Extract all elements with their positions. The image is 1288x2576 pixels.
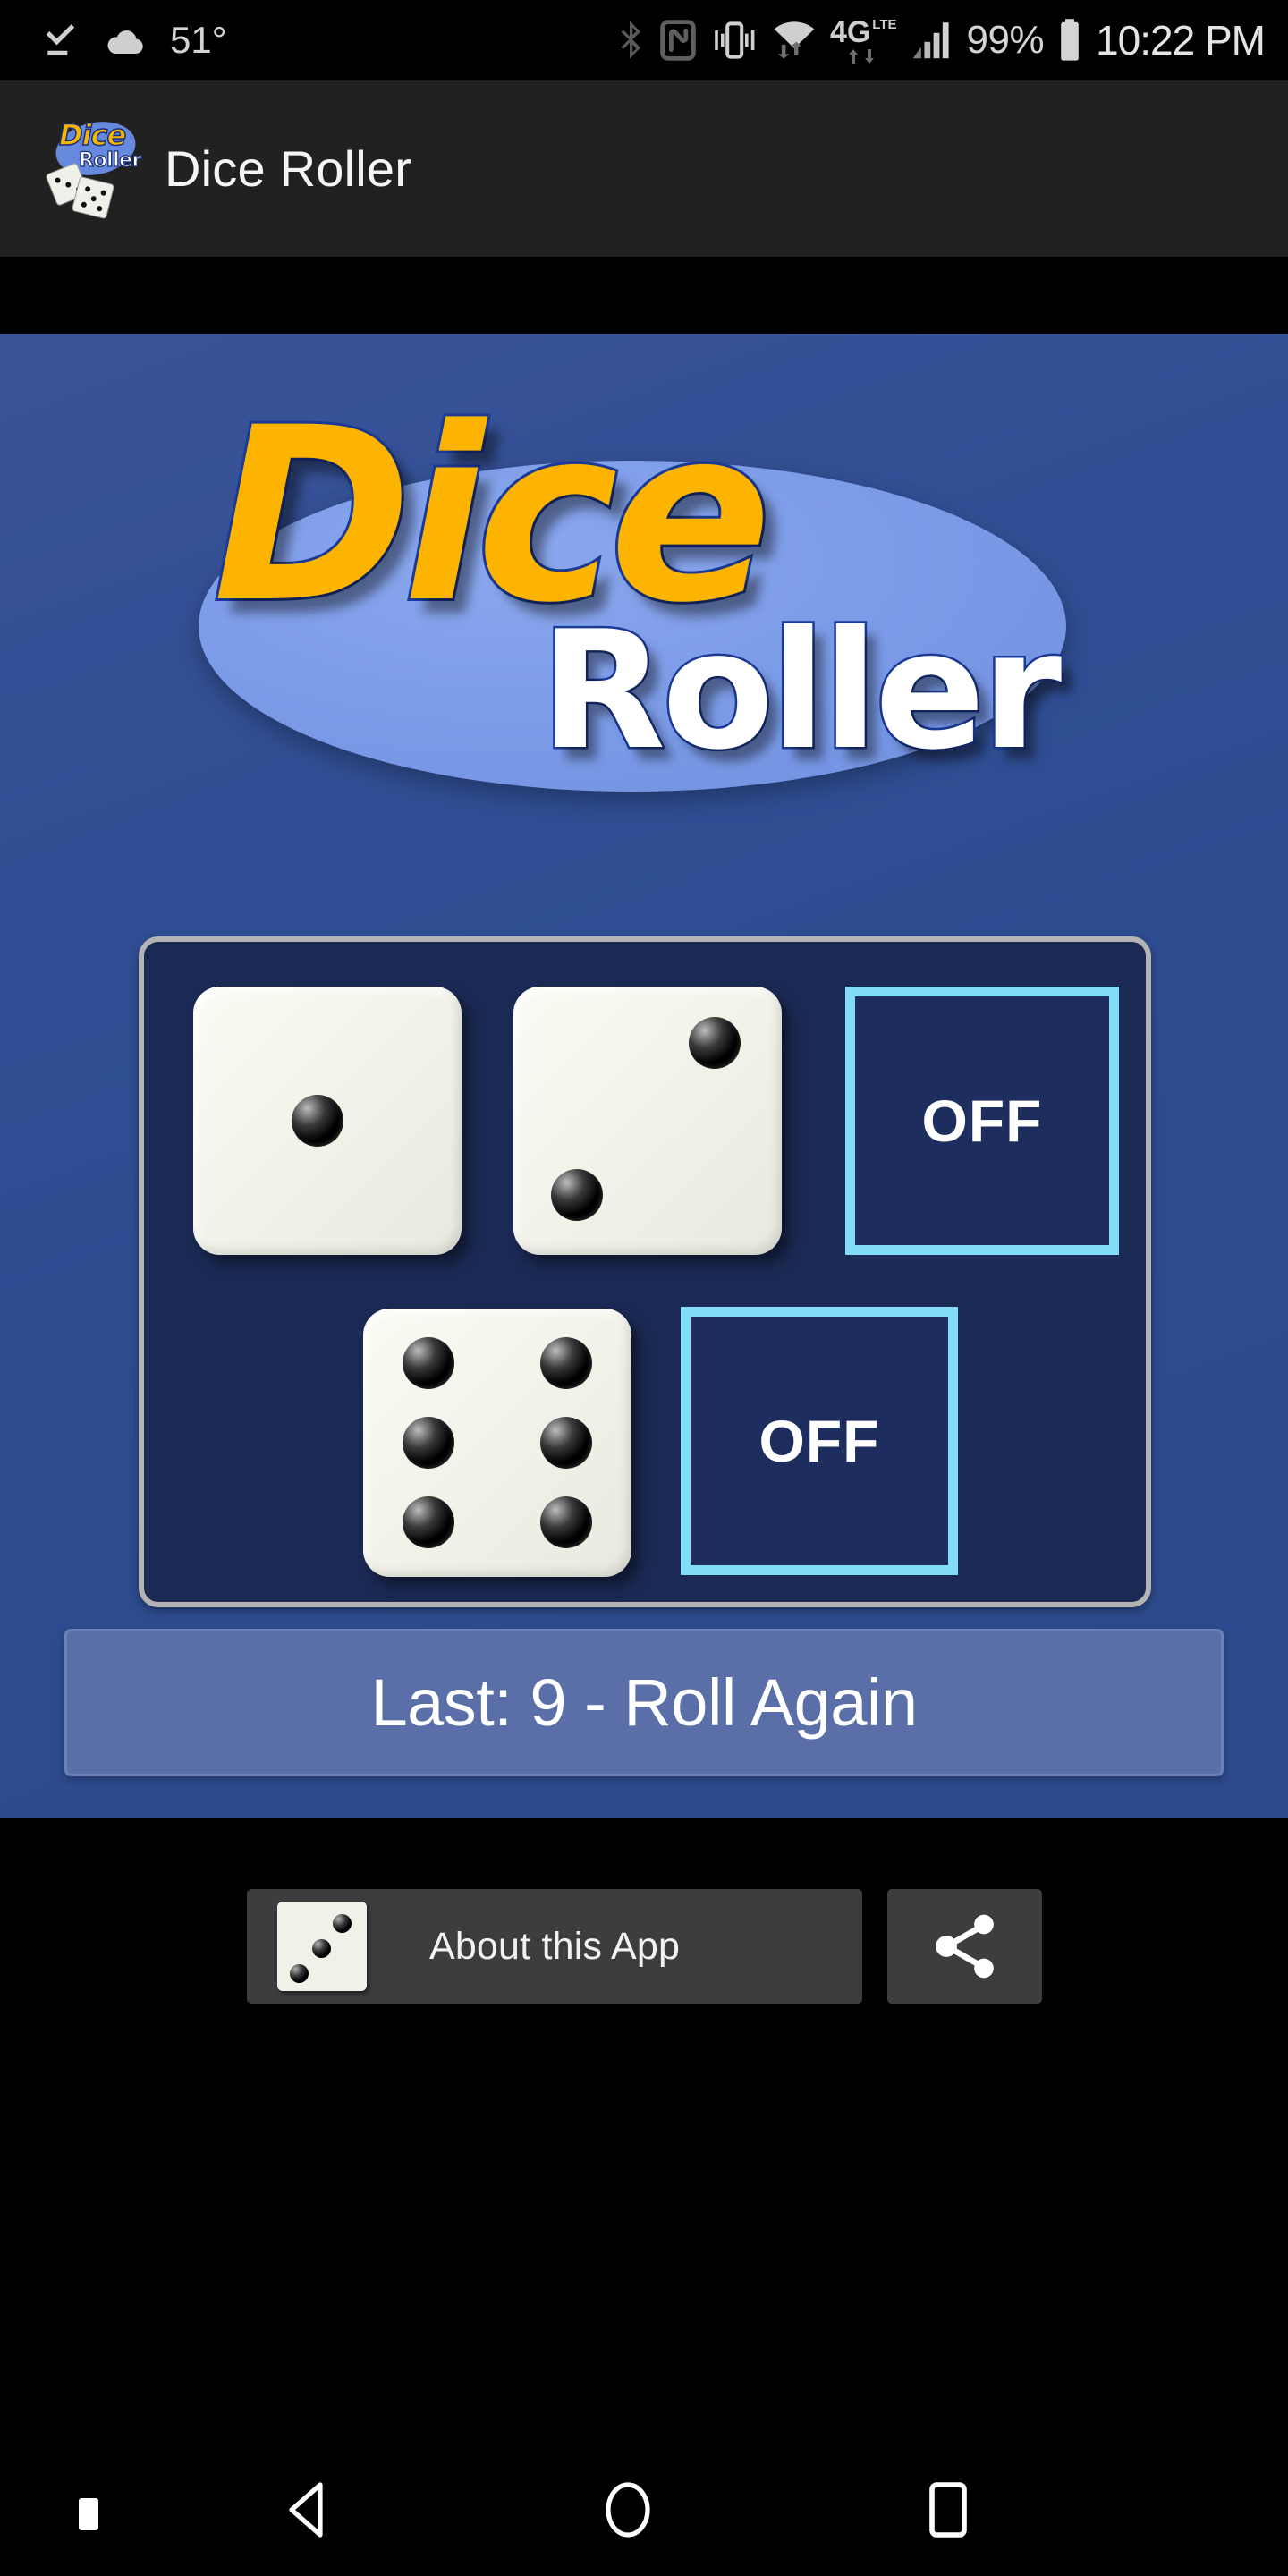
die-4-toggle-label: OFF	[921, 1088, 1043, 1154]
status-bar-left: 51°	[0, 20, 227, 61]
status-temperature: 51°	[170, 19, 227, 61]
mobile-data-4glte-icon: 4G LTE	[830, 17, 897, 64]
die-pip	[551, 1169, 603, 1221]
menu-dot-icon[interactable]	[79, 2498, 98, 2530]
die-pip	[402, 1337, 454, 1389]
battery-percent: 99%	[966, 18, 1045, 62]
page-title: Dice Roller	[165, 140, 412, 197]
die-pip	[402, 1496, 454, 1548]
battery-icon	[1061, 19, 1079, 61]
signal-bars-icon	[912, 22, 949, 59]
back-button[interactable]	[277, 2479, 338, 2540]
clock: 10:22 PM	[1096, 17, 1266, 64]
app-icon: Dice Roller	[41, 114, 142, 223]
die-pip	[292, 1095, 343, 1147]
die-3[interactable]	[363, 1309, 631, 1577]
spacer-black	[0, 257, 1288, 334]
data-arrows-icon	[849, 48, 875, 64]
die-2[interactable]	[513, 987, 782, 1255]
download-complete-icon	[46, 24, 75, 56]
app-icon-roller-word: Roller	[78, 148, 142, 172]
phone-screen: 51° 4G LTE 99% 10:22 PM Dice Roller Dice…	[0, 0, 1288, 2576]
status-bar: 51° 4G LTE 99% 10:22 PM	[0, 0, 1288, 80]
wifi-icon	[774, 21, 815, 59]
die-1[interactable]	[193, 987, 462, 1255]
about-die-icon	[277, 1902, 367, 1991]
logo-word-roller: Roller	[538, 596, 1063, 785]
network-sublabel: LTE	[872, 16, 897, 32]
roll-result-bar[interactable]: Last: 9 - Roll Again	[64, 1629, 1224, 1776]
network-label: 4G	[829, 14, 871, 49]
recents-button[interactable]	[919, 2481, 977, 2538]
cloud-weather-icon	[107, 30, 143, 54]
system-nav-bar	[0, 2442, 1288, 2576]
die-5-toggle-label: OFF	[758, 1408, 880, 1474]
dice-panel: OFF OFF	[139, 936, 1151, 1607]
share-button[interactable]	[887, 1889, 1042, 2004]
die-pip	[540, 1417, 592, 1469]
home-button[interactable]	[597, 2479, 658, 2540]
app-bar: Dice Roller Dice Roller	[0, 80, 1288, 257]
die-4-toggle[interactable]: OFF	[845, 987, 1119, 1255]
roll-result-text: Last: 9 - Roll Again	[370, 1665, 918, 1740]
bottom-button-area: About this App	[0, 1818, 1288, 2576]
nfc-icon	[660, 20, 696, 61]
die-5-toggle[interactable]: OFF	[681, 1307, 958, 1575]
about-this-app-button[interactable]: About this App	[247, 1889, 862, 2004]
main-content: Dice Roller OFF OFF Last: 9 - Roll Again	[0, 334, 1288, 1818]
bluetooth-icon	[621, 21, 640, 59]
die-pip	[402, 1417, 454, 1469]
vibrate-icon	[715, 21, 755, 59]
die-pip	[540, 1496, 592, 1548]
share-icon	[935, 1914, 994, 1979]
die-pip	[540, 1337, 592, 1389]
app-icon-die-b	[71, 175, 115, 219]
app-hero-logo: Dice Roller	[0, 353, 1288, 818]
status-bar-right: 4G LTE 99% 10:22 PM	[617, 0, 1266, 80]
app-icon-dice-word: Dice	[58, 117, 127, 152]
die-pip	[689, 1017, 741, 1069]
